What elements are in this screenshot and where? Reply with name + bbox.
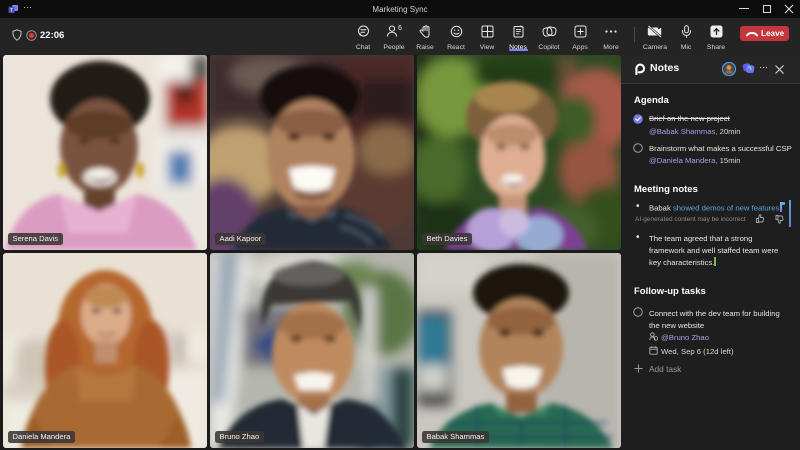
svg-text:6: 6 <box>398 25 402 32</box>
